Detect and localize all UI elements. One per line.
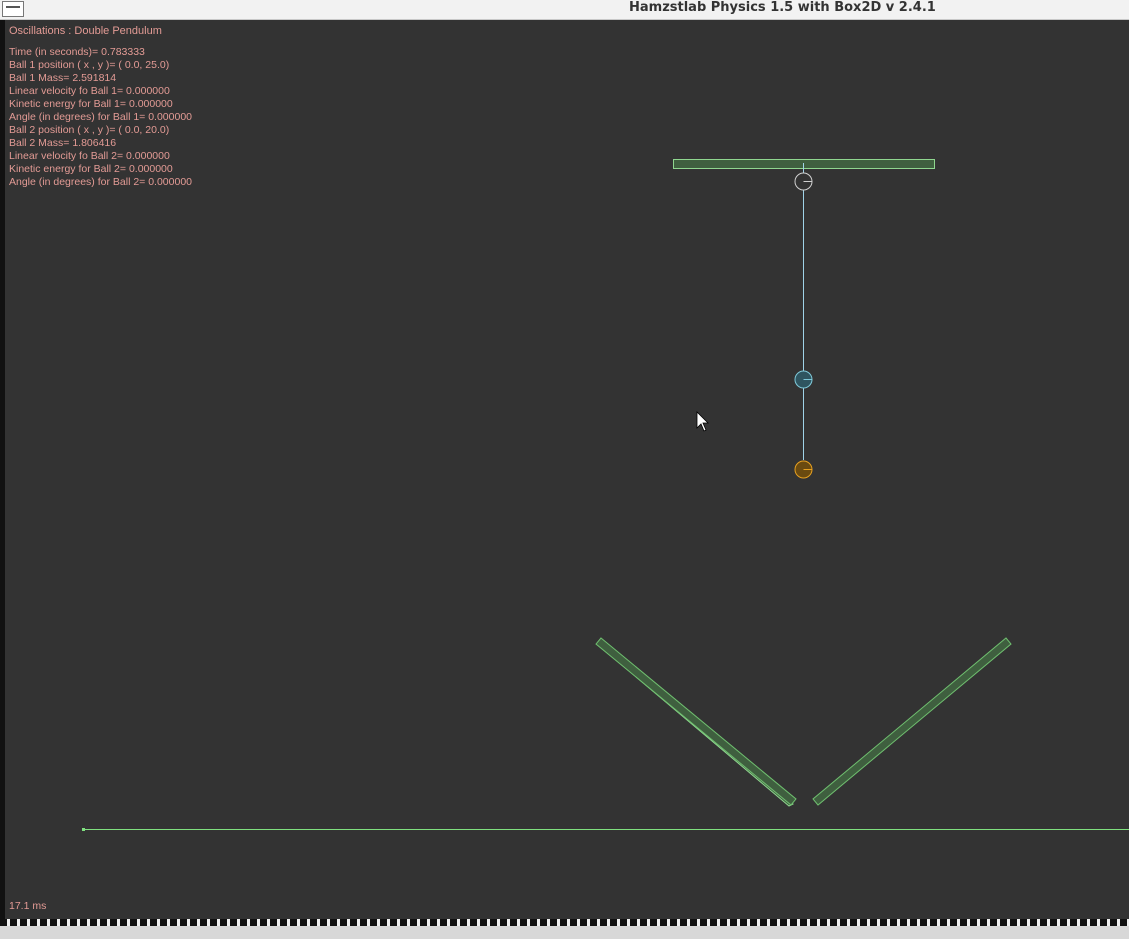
- stat-ball1-position: Ball 1 position ( x , y )= ( 0.0, 25.0): [9, 59, 170, 71]
- stat-ball2-angle: Angle (in degrees) for Ball 2= 0.000000: [9, 176, 192, 188]
- mouse-cursor-icon: [696, 411, 709, 432]
- anchor-ball: [794, 172, 813, 191]
- ramp-left-body: [595, 637, 797, 806]
- desktop-strip: [0, 926, 1129, 939]
- stats-panel: Time (in seconds)= 0.783333 Ball 1 posit…: [9, 46, 192, 189]
- stat-ball2-position: Ball 2 position ( x , y )= ( 0.0, 20.0): [9, 124, 170, 136]
- stat-time: Time (in seconds)= 0.783333: [9, 46, 145, 58]
- stat-ball2-mass: Ball 2 Mass= 1.806416: [9, 137, 117, 149]
- pendulum-ball-2[interactable]: [794, 460, 813, 479]
- stat-ball2-velocity: Linear velocity fo Ball 2= 0.000000: [9, 150, 170, 162]
- stat-ball2-kinetic-energy: Kinetic energy for Ball 2= 0.000000: [9, 163, 173, 175]
- window-bottom-border: [0, 919, 1129, 926]
- pendulum-ball-1[interactable]: [794, 370, 813, 389]
- scene-title: Oscillations : Double Pendulum: [9, 25, 162, 37]
- stat-ball1-angle: Angle (in degrees) for Ball 1= 0.000000: [9, 111, 192, 123]
- window-menu-icon[interactable]: [2, 1, 24, 17]
- stat-ball1-kinetic-energy: Kinetic energy for Ball 1= 0.000000: [9, 98, 173, 110]
- title-bar: Hamzstlab Physics 1.5 with Box2D v 2.4.1: [0, 0, 1129, 20]
- frame-time-readout: 17.1 ms: [9, 900, 47, 912]
- ground-anchor-point: [82, 828, 85, 831]
- stat-ball1-mass: Ball 1 Mass= 2.591814: [9, 72, 117, 84]
- stat-ball1-velocity: Linear velocity fo Ball 1= 0.000000: [9, 85, 170, 97]
- simulation-canvas[interactable]: Oscillations : Double Pendulum Time (in …: [5, 20, 1129, 919]
- ramp-right-body: [812, 637, 1012, 806]
- window-title: Hamzstlab Physics 1.5 with Box2D v 2.4.1: [629, 0, 936, 15]
